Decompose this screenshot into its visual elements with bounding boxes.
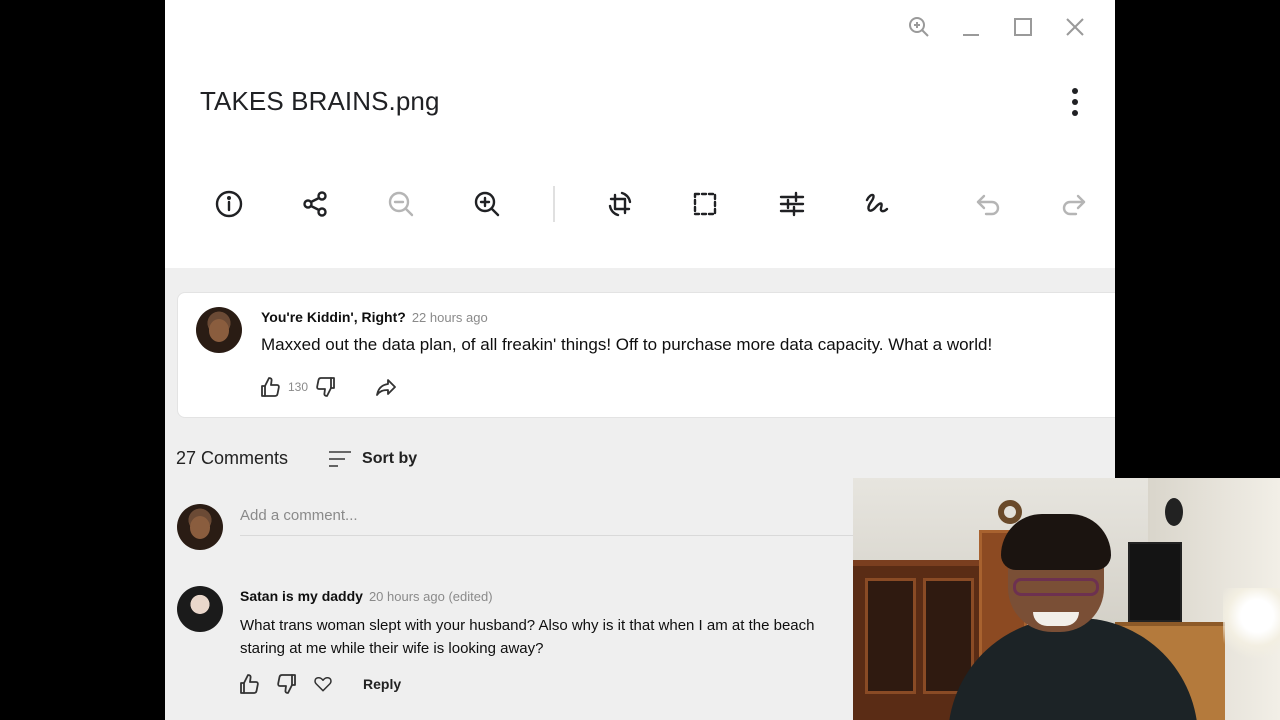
comment-actions: Reply [237,672,401,696]
thumbs-down-icon [277,674,296,694]
crop-icon[interactable] [685,184,725,224]
minimize-icon[interactable] [945,12,997,42]
rotate-crop-icon[interactable] [600,184,640,224]
wall-clock [1165,498,1183,526]
webcam-overlay [853,478,1280,720]
pinned-comment-card: You're Kiddin', Right? 22 hours ago Maxxe… [177,292,1115,418]
window-controls [893,12,1101,42]
toolbar-separator [553,186,555,222]
person-smile [1033,612,1079,626]
share-arrow-icon [376,379,396,396]
heart-icon [314,676,332,692]
comment-text: What trans woman slept with your husband… [240,614,814,660]
comment-text-line: staring at me while their wife is lookin… [240,640,544,657]
maximize-icon[interactable] [997,12,1049,42]
person-hair [1001,514,1111,570]
info-icon[interactable] [209,184,249,224]
undo-icon[interactable] [968,184,1008,224]
pinned-comment-header: You're Kiddin', Right? 22 hours ago [261,309,488,327]
more-options-icon[interactable] [1057,84,1093,120]
zoom-in-icon[interactable] [467,184,507,224]
thumbs-down-icon [316,377,335,397]
comment-author: Satan is my daddy [240,588,363,604]
thumbs-up-icon [240,674,259,694]
comments-header: 27 Comments Sort by [176,448,417,469]
add-comment-field: Add a comment... [240,504,940,536]
share-icon[interactable] [295,184,335,224]
comment-text: Maxxed out the data plan, of all freakin… [261,335,993,354]
comment-time: 22 hours ago [411,310,488,325]
avatar [177,504,223,550]
screen: TAKES BRAINS.png You're Kiddin', Right? … [0,0,1280,720]
sort-icon [329,450,352,467]
comments-count: 27 Comments [176,448,289,468]
person-glasses [1013,578,1099,596]
comment-header: Satan is my daddy 20 hours ago (edited) [240,588,493,606]
avatar [177,586,223,632]
draw-icon[interactable] [857,184,897,224]
lamp-glow [1223,588,1280,658]
comment-actions: 130 [258,375,398,399]
zoom-icon[interactable] [893,12,945,42]
sort-by-label: Sort by [362,449,418,467]
toolbar [165,178,1115,230]
adjust-icon[interactable] [772,184,812,224]
comment-text-line: What trans woman slept with your husband… [240,617,815,634]
zoom-out-icon[interactable] [381,184,421,224]
file-title: TAKES BRAINS.png [200,86,440,116]
reply-button: Reply [363,676,402,692]
comment-author: You're Kiddin', Right? [261,309,406,325]
thumbs-up-icon [261,377,280,397]
like-count: 130 [288,380,309,394]
comment-time: 20 hours ago (edited) [368,589,493,604]
redo-icon[interactable] [1054,184,1094,224]
television [1128,542,1182,622]
close-icon[interactable] [1049,12,1101,42]
avatar [196,307,242,353]
sort-by: Sort by [328,449,417,469]
